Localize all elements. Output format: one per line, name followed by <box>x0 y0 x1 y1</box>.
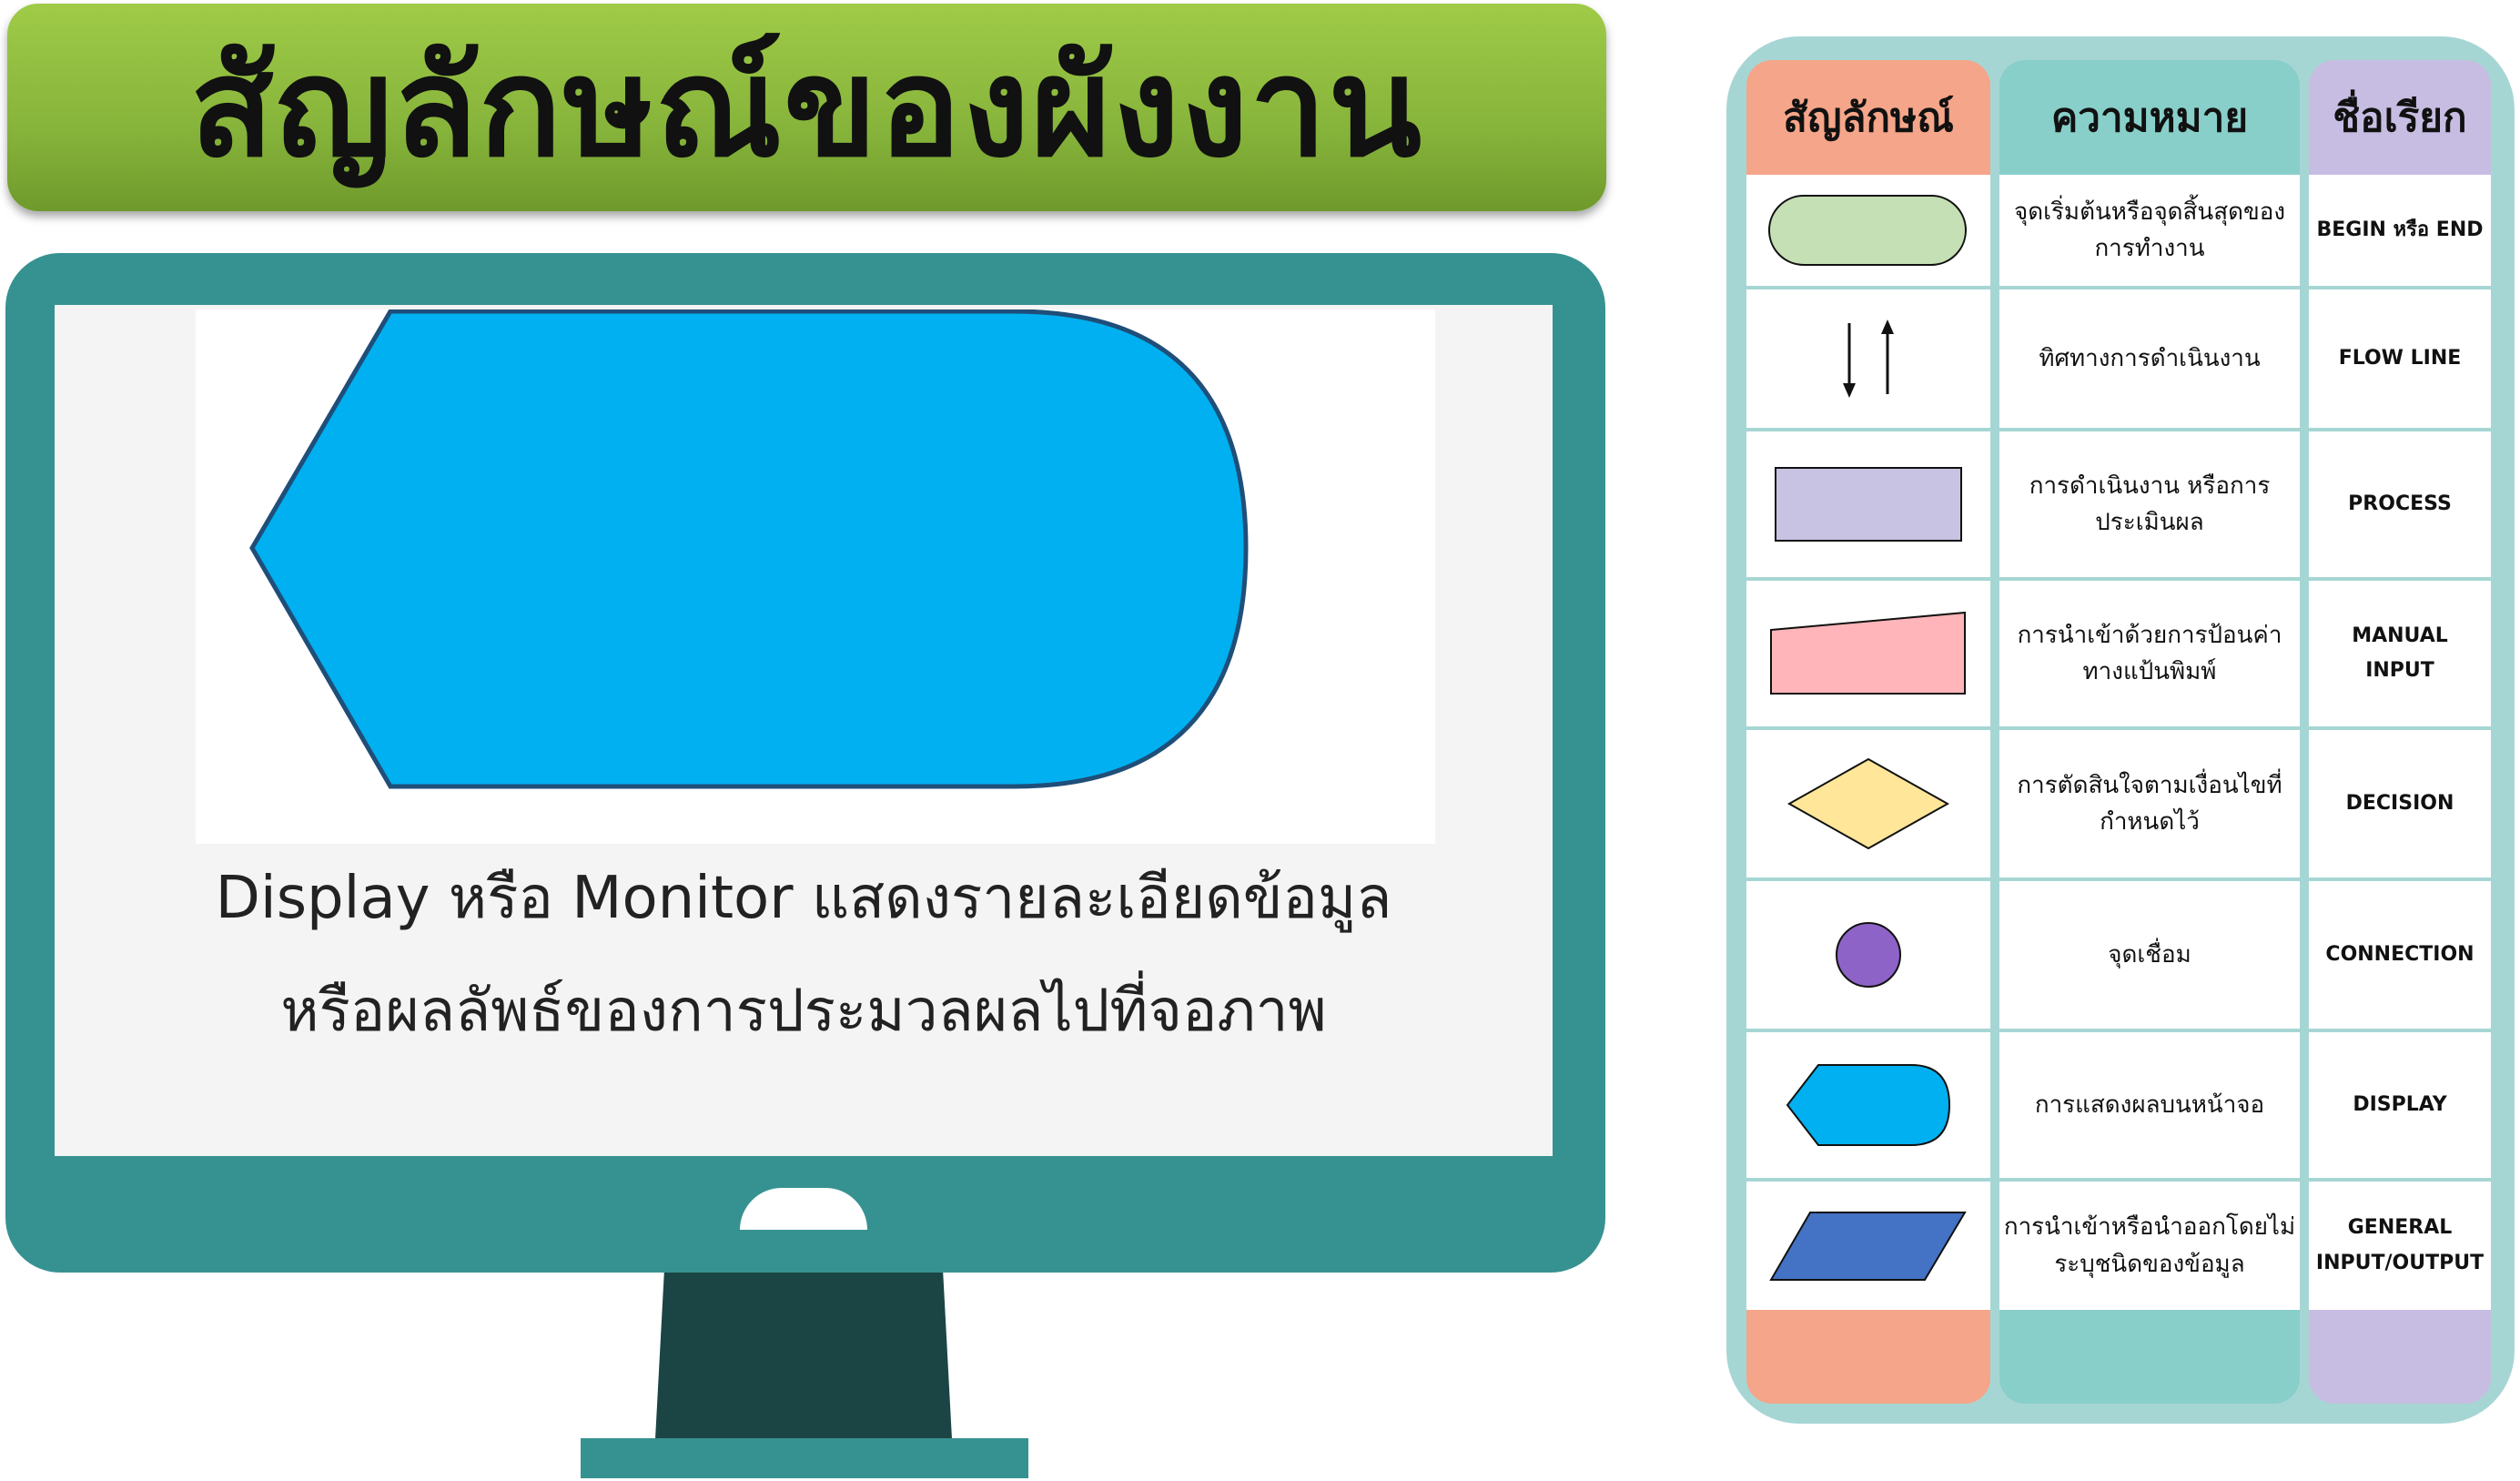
name-text: GENERAL INPUT/OUTPUT <box>2315 1216 2485 1274</box>
monitor-stand-base <box>581 1438 1028 1478</box>
meaning-text: การแสดงผลบนหน้าจอ <box>2034 1090 2265 1119</box>
symbol-cell <box>1746 1182 1990 1310</box>
caption-line-1: Display หรือ Monitor แสดงรายละเอียดข้อมู… <box>215 865 1392 932</box>
meaning-text: จุดเชื่อม <box>2108 940 2191 969</box>
symbol-cell <box>1746 431 1990 577</box>
name-text: BEGIN หรือ END <box>2316 218 2484 241</box>
name-text: DECISION <box>2345 791 2454 815</box>
name-text: PROCESS <box>2348 492 2452 515</box>
meaning-cell: การแสดงผลบนหน้าจอ <box>1999 1032 2300 1178</box>
symbol-cell <box>1746 175 1990 286</box>
meaning-cell: จุดเชื่อม <box>1999 881 2300 1029</box>
display-symbol-icon <box>1786 1064 1951 1146</box>
name-text: CONNECTION <box>2325 942 2474 966</box>
flow-line-arrows-icon <box>1843 320 1894 398</box>
terminator-icon <box>1768 195 1967 266</box>
symbol-cell <box>1746 881 1990 1029</box>
name-cell: DECISION <box>2309 730 2491 877</box>
meaning-cell: การนำเข้าด้วยการป้อนค่า ทางแป้นพิมพ์ <box>1999 581 2300 726</box>
monitor-screen: Display หรือ Monitor แสดงรายละเอียดข้อมู… <box>55 305 1553 1156</box>
title-banner: สัญลักษณ์ของผังงาน <box>7 4 1606 211</box>
symbol-cell <box>1746 1032 1990 1178</box>
name-cell: MANUAL INPUT <box>2309 581 2491 726</box>
name-text: FLOW LINE <box>2338 346 2462 370</box>
monitor-stand-neck <box>655 1273 952 1439</box>
featured-symbol-panel <box>196 309 1435 844</box>
input-output-parallelogram-icon <box>1769 1211 1967 1281</box>
meaning-text: การตัดสินใจตามเงื่อนไขที่ กำหนดไว้ <box>2017 771 2282 836</box>
name-cell: DISPLAY <box>2309 1032 2491 1178</box>
meaning-text: การดำเนินงาน หรือการ ประเมินผล <box>2029 472 2271 536</box>
meaning-cell: การดำเนินงาน หรือการ ประเมินผล <box>1999 431 2300 577</box>
footer-symbol <box>1746 1310 1990 1404</box>
footer-meaning <box>1999 1310 2300 1404</box>
name-cell: FLOW LINE <box>2309 289 2491 428</box>
caption-line-2: หรือผลลัพธ์ของการประมวลผลไปที่จอภาพ <box>280 978 1327 1045</box>
meaning-text: การนำเข้าหรือนำออกโดยไม่ ระบุชนิดของข้อม… <box>2003 1213 2296 1278</box>
decision-diamond-icon <box>1786 757 1950 850</box>
symbol-cell <box>1746 581 1990 726</box>
name-text: MANUAL INPUT <box>2352 624 2448 683</box>
meaning-text: ทิศทางการดำเนินงาน <box>2039 344 2261 372</box>
process-rectangle-icon <box>1775 467 1962 542</box>
monitor-webcam <box>740 1188 867 1230</box>
name-cell: CONNECTION <box>2309 881 2491 1029</box>
name-cell: PROCESS <box>2309 431 2491 577</box>
meaning-cell: การนำเข้าหรือนำออกโดยไม่ ระบุชนิดของข้อม… <box>1999 1182 2300 1310</box>
header-symbol: สัญลักษณ์ <box>1746 60 1990 175</box>
meaning-cell: จุดเริ่มต้นหรือจุดสิ้นสุดของ การทำงาน <box>1999 175 2300 286</box>
meaning-cell: ทิศทางการดำเนินงาน <box>1999 289 2300 428</box>
meaning-cell: การตัดสินใจตามเงื่อนไขที่ กำหนดไว้ <box>1999 730 2300 877</box>
name-text: DISPLAY <box>2353 1092 2447 1116</box>
display-symbol-icon <box>249 309 1249 789</box>
symbols-table: สัญลักษณ์ ความหมาย ชื่อเรียก จุดเริ่มต้น… <box>1726 36 2515 1424</box>
manual-input-icon <box>1770 611 1966 695</box>
connector-circle-icon <box>1836 922 1901 988</box>
monitor-frame: Display หรือ Monitor แสดงรายละเอียดข้อมู… <box>5 253 1605 1273</box>
header-meaning: ความหมาย <box>1999 60 2300 175</box>
footer-name <box>2309 1310 2491 1404</box>
page-title: สัญลักษณ์ของผังงาน <box>189 29 1424 188</box>
name-cell: BEGIN หรือ END <box>2309 175 2491 286</box>
meaning-text: จุดเริ่มต้นหรือจุดสิ้นสุดของ การทำงาน <box>2013 198 2286 262</box>
meaning-text: การนำเข้าด้วยการป้อนค่า ทางแป้นพิมพ์ <box>2017 621 2282 685</box>
symbol-cell <box>1746 730 1990 877</box>
symbol-cell <box>1746 289 1990 428</box>
header-name: ชื่อเรียก <box>2309 60 2491 175</box>
name-cell: GENERAL INPUT/OUTPUT <box>2309 1182 2491 1310</box>
